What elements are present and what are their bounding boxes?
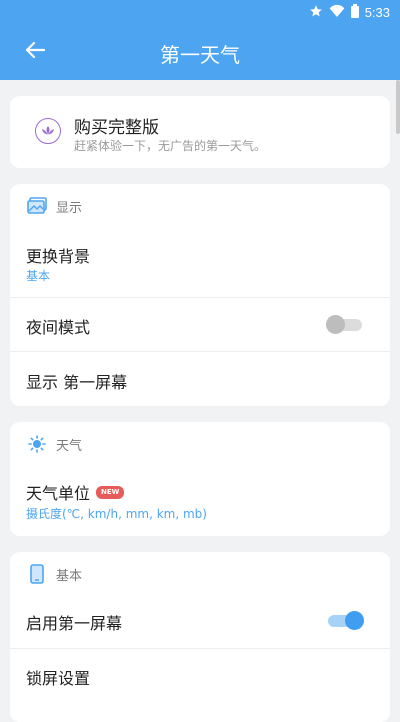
- status-icons: 5:33: [309, 3, 390, 22]
- change-background-value: 基本: [26, 269, 51, 283]
- page-title: 第一天气: [160, 45, 240, 67]
- show-first-screen-title: 显示 第一屏幕: [26, 373, 128, 392]
- basic-section-card: 基本 启用第一屏幕 锁屏设置: [10, 552, 390, 722]
- scrollbar[interactable]: [396, 80, 400, 134]
- toggle-knob: [326, 315, 345, 334]
- display-section-label: 显示: [56, 201, 83, 216]
- change-background-title: 更换背景: [26, 247, 91, 266]
- buy-full-version-card[interactable]: 购买完整版 赶紧体验一下，无广告的第一天气。: [10, 96, 390, 168]
- toggle-knob: [345, 611, 364, 630]
- night-mode-toggle[interactable]: [326, 315, 362, 334]
- star-icon: [309, 3, 323, 22]
- night-mode-title: 夜间模式: [26, 318, 91, 337]
- sun-icon: [27, 434, 47, 454]
- weather-unit-title: 天气单位 NEW: [26, 480, 125, 504]
- basic-section-label: 基本: [56, 569, 83, 584]
- weather-section-label: 天气: [56, 439, 83, 454]
- weather-unit-row[interactable]: 天气单位 NEW 摄氏度(℃, km/h, mm, km, mb): [10, 464, 390, 536]
- show-first-screen-row[interactable]: 显示 第一屏幕: [10, 351, 390, 406]
- weather-unit-value: 摄氏度(℃, km/h, mm, km, mb): [26, 507, 207, 521]
- weather-unit-label: 天气单位: [26, 484, 91, 503]
- buy-subtitle: 赶紧体验一下，无广告的第一天气。: [74, 139, 267, 153]
- lock-screen-settings-row[interactable]: 锁屏设置: [10, 648, 390, 703]
- battery-icon: [350, 3, 359, 22]
- lotus-icon: [35, 118, 61, 144]
- enable-first-screen-toggle[interactable]: [328, 611, 364, 630]
- display-section-card: 显示 更换背景 基本 夜间模式 显示 第一屏幕: [10, 184, 390, 406]
- change-background-row[interactable]: 更换背景 基本: [10, 226, 390, 297]
- lock-screen-settings-title: 锁屏设置: [26, 669, 91, 688]
- basic-section-header: 基本: [10, 552, 390, 594]
- status-bar: 5:33: [0, 0, 400, 24]
- phone-icon: [27, 564, 47, 584]
- display-section-header: 显示: [10, 184, 390, 226]
- enable-first-screen-row[interactable]: 启用第一屏幕: [10, 594, 390, 648]
- enable-first-screen-title: 启用第一屏幕: [26, 614, 123, 633]
- status-time: 5:33: [364, 5, 390, 20]
- buy-title: 购买完整版: [74, 118, 159, 138]
- wifi-icon: [329, 3, 345, 22]
- weather-section-card: 天气 天气单位 NEW 摄氏度(℃, km/h, mm, km, mb): [10, 422, 390, 536]
- night-mode-row[interactable]: 夜间模式: [10, 297, 390, 352]
- app-bar: 第一天气: [0, 24, 400, 80]
- weather-section-header: 天气: [10, 422, 390, 464]
- wallpaper-icon: [27, 196, 47, 216]
- new-badge: NEW: [96, 486, 125, 499]
